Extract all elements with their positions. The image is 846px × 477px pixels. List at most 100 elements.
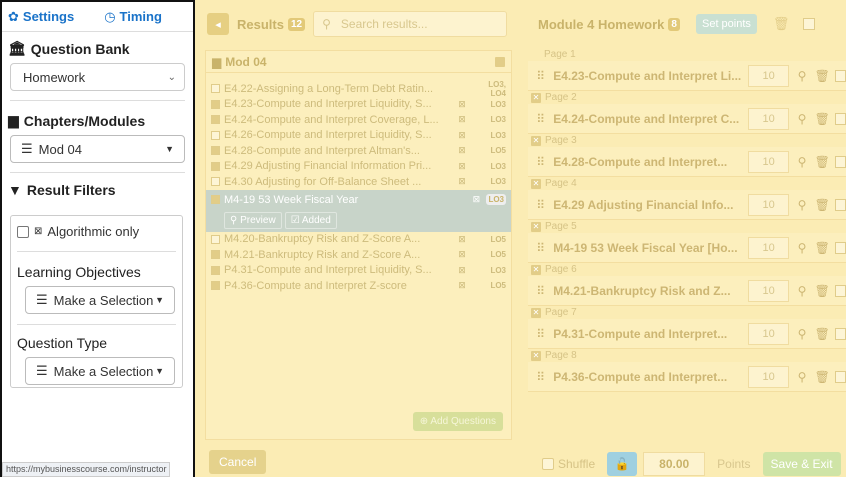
search-icon[interactable]: ⚲ bbox=[795, 327, 808, 341]
result-row[interactable]: P4.36-Compute and Interpret Z-score ⊠ LO5 bbox=[206, 278, 511, 294]
trash-icon[interactable]: 🗑 bbox=[773, 16, 790, 32]
result-row[interactable]: M4.21-Bankruptcy Risk and Z-Score A... ⊠ L… bbox=[206, 247, 511, 263]
points-input[interactable]: 10 bbox=[747, 322, 790, 345]
algorithmic-only-checkbox[interactable]: ⊠ Algorithmic only bbox=[11, 216, 182, 247]
remove-page-icon[interactable]: ✕ bbox=[531, 350, 541, 361]
collapse-icon[interactable] bbox=[495, 56, 505, 67]
drag-handle-icon[interactable]: ⠿ bbox=[534, 327, 547, 341]
remove-page-icon[interactable]: ✕ bbox=[531, 92, 541, 103]
result-checkbox[interactable] bbox=[211, 115, 220, 125]
question-checkbox[interactable] bbox=[834, 198, 846, 211]
question-checkbox[interactable] bbox=[834, 155, 846, 168]
result-checkbox[interactable] bbox=[211, 161, 220, 171]
results-panel: ▆ Mod 04 E4.22-Assigning a Long-Term Deb… bbox=[205, 50, 512, 440]
tab-settings[interactable]: ✿ Settings bbox=[8, 9, 74, 25]
preview-button[interactable]: ⚲ Preview bbox=[224, 212, 282, 229]
search-icon[interactable]: ⚲ bbox=[795, 284, 808, 298]
trash-icon[interactable]: 🗑 bbox=[815, 370, 830, 384]
result-checkbox[interactable] bbox=[211, 130, 220, 140]
result-checkbox[interactable] bbox=[211, 177, 220, 187]
result-row[interactable]: E4.29 Adjusting Financial Information Pr… bbox=[206, 159, 511, 175]
points-input[interactable]: 10 bbox=[747, 193, 790, 216]
result-checkbox[interactable] bbox=[211, 234, 220, 244]
question-checkbox[interactable] bbox=[834, 370, 846, 383]
remove-page-icon[interactable]: ✕ bbox=[531, 264, 541, 275]
search-icon[interactable]: ⚲ bbox=[795, 370, 808, 384]
cancel-button[interactable]: Cancel bbox=[209, 450, 267, 474]
result-row[interactable]: E4.26-Compute and Interpret Liquidity, S… bbox=[206, 128, 511, 144]
trash-icon[interactable]: 🗑 bbox=[815, 112, 830, 126]
search-icon[interactable]: ⚲ bbox=[795, 198, 808, 212]
question-checkbox[interactable] bbox=[834, 112, 846, 125]
question-bank-select[interactable]: Homework ⌄ bbox=[10, 63, 185, 91]
book-icon: ▆ bbox=[8, 112, 19, 128]
search-icon[interactable]: ⚲ bbox=[795, 69, 808, 83]
select-all-checkbox[interactable] bbox=[803, 18, 816, 30]
points-input[interactable]: 10 bbox=[747, 236, 790, 259]
points-input[interactable]: 10 bbox=[747, 64, 790, 87]
result-row[interactable]: E4.24-Compute and Interpret Coverage, L.… bbox=[206, 112, 511, 128]
result-checkbox[interactable] bbox=[211, 99, 220, 109]
search-icon[interactable]: ⚲ bbox=[795, 241, 808, 255]
result-row[interactable]: E4.30 Adjusting for Off-Balance Sheet ..… bbox=[206, 174, 511, 190]
lock-button[interactable]: 🔓 bbox=[607, 451, 638, 476]
result-checkbox[interactable] bbox=[211, 84, 220, 94]
question-checkbox[interactable] bbox=[834, 241, 846, 254]
drag-handle-icon[interactable]: ⠿ bbox=[534, 112, 547, 126]
chapters-select[interactable]: ☰ Mod 04 ▼ bbox=[10, 135, 185, 163]
remove-page-icon[interactable]: ✕ bbox=[531, 221, 541, 232]
result-row[interactable]: E4.22-Assigning a Long-Term Debt Ratin..… bbox=[206, 80, 511, 98]
add-questions-button[interactable]: ⊕ Add Questions bbox=[412, 412, 503, 431]
points-input[interactable]: 10 bbox=[747, 365, 790, 388]
remove-page-icon[interactable]: ✕ bbox=[531, 135, 541, 146]
result-checkbox[interactable] bbox=[211, 250, 220, 260]
result-checkbox[interactable] bbox=[211, 281, 220, 291]
search-icon[interactable]: ⚲ bbox=[795, 155, 808, 169]
question-checkbox[interactable] bbox=[834, 284, 846, 297]
trash-icon[interactable]: 🗑 bbox=[815, 284, 830, 298]
trash-icon[interactable]: 🗑 bbox=[815, 69, 830, 83]
result-row[interactable]: E4.28-Compute and Interpret Altman's... ⊠… bbox=[206, 143, 511, 159]
search-input[interactable]: ⚲ Search results... bbox=[313, 11, 507, 37]
added-button[interactable]: ☑ Added bbox=[284, 212, 337, 229]
drag-handle-icon[interactable]: ⠿ bbox=[534, 284, 547, 298]
drag-handle-icon[interactable]: ⠿ bbox=[534, 155, 547, 169]
save-exit-button[interactable]: Save & Exit bbox=[762, 451, 841, 476]
drag-handle-icon[interactable]: ⠿ bbox=[534, 198, 547, 212]
result-title: E4.23-Compute and Interpret Liquidity, S… bbox=[224, 98, 432, 111]
result-checkbox[interactable] bbox=[211, 195, 220, 204]
tab-timing[interactable]: ◷ Timing bbox=[104, 9, 162, 25]
points-input[interactable]: 10 bbox=[747, 279, 790, 302]
result-row[interactable]: P4.31-Compute and Interpret Liquidity, S… bbox=[206, 263, 511, 279]
trash-icon[interactable]: 🗑 bbox=[815, 241, 830, 255]
algorithmic-icon: ⊠ bbox=[458, 264, 466, 275]
collapse-left-button[interactable]: ◂ bbox=[207, 13, 229, 35]
set-points-button[interactable]: Set points bbox=[695, 14, 757, 34]
result-row[interactable]: E4.23-Compute and Interpret Liquidity, S… bbox=[206, 97, 511, 113]
remove-page-icon[interactable]: ✕ bbox=[531, 307, 541, 318]
points-input[interactable]: 10 bbox=[747, 107, 790, 130]
result-checkbox[interactable] bbox=[211, 146, 220, 156]
question-checkbox[interactable] bbox=[834, 69, 846, 82]
trash-icon[interactable]: 🗑 bbox=[815, 155, 830, 169]
algorithmic-icon: ⊠ bbox=[458, 98, 466, 109]
trash-icon[interactable]: 🗑 bbox=[815, 327, 830, 341]
shuffle-checkbox[interactable]: Shuffle bbox=[542, 457, 595, 471]
result-title: E4.30 Adjusting for Off-Balance Sheet ..… bbox=[224, 175, 422, 188]
question-type-select[interactable]: ☰ Make a Selection ▼ bbox=[25, 357, 175, 385]
trash-icon[interactable]: 🗑 bbox=[815, 198, 830, 212]
remove-page-icon[interactable]: ✕ bbox=[531, 178, 541, 189]
drag-handle-icon[interactable]: ⠿ bbox=[534, 241, 547, 255]
search-icon[interactable]: ⚲ bbox=[795, 112, 808, 126]
question-checkbox[interactable] bbox=[834, 327, 846, 340]
learning-objectives-select[interactable]: ☰ Make a Selection ▼ bbox=[25, 286, 175, 314]
result-row[interactable]: M4.20-Bankruptcy Risk and Z-Score A... ⊠ L… bbox=[206, 232, 511, 248]
drag-handle-icon[interactable]: ⠿ bbox=[534, 69, 547, 83]
module-question-row: ⠿ P4.36-Compute and Interpret... 10 ⚲ 🗑 bbox=[528, 362, 846, 392]
group-header[interactable]: ▆ Mod 04 bbox=[206, 51, 511, 73]
points-input[interactable]: 10 bbox=[747, 150, 790, 173]
module-question-row: ⠿ E4.28-Compute and Interpret... 10 ⚲ 🗑 bbox=[528, 147, 846, 177]
selected-result-row[interactable]: M4-19 53 Week Fiscal Year ⊠ LO3 bbox=[206, 189, 511, 210]
result-checkbox[interactable] bbox=[211, 265, 220, 275]
drag-handle-icon[interactable]: ⠿ bbox=[534, 370, 547, 384]
